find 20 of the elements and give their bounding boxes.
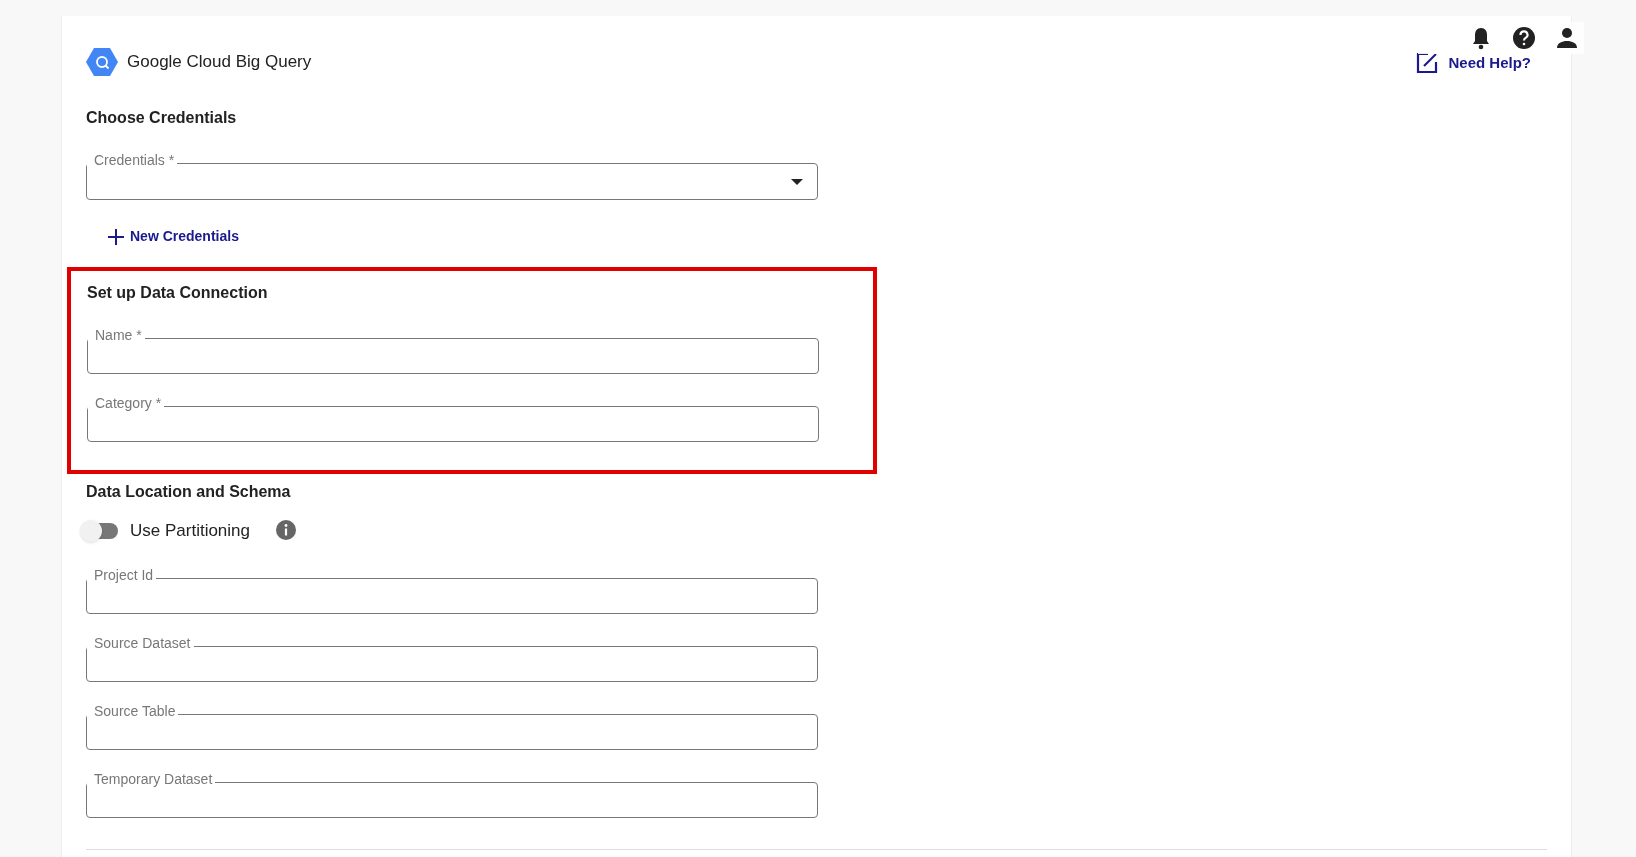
section-heading: Set up Data Connection bbox=[87, 283, 269, 303]
credentials-dropdown[interactable] bbox=[86, 163, 818, 200]
toggle-switch[interactable] bbox=[82, 522, 118, 539]
edit-icon bbox=[1416, 52, 1439, 74]
info-icon[interactable] bbox=[276, 519, 296, 540]
hexagon-logo-icon bbox=[86, 47, 118, 77]
field-label: Category * bbox=[88, 395, 165, 414]
field-label: Project Id bbox=[87, 566, 157, 586]
plus-icon bbox=[108, 228, 124, 245]
page-title: Google Cloud Big Query bbox=[127, 51, 312, 74]
bell-icon[interactable] bbox=[1470, 26, 1492, 50]
help-icon[interactable] bbox=[1512, 26, 1536, 50]
need-help-link[interactable]: Need Help? bbox=[1416, 51, 1531, 75]
section-heading: Data Location and Schema bbox=[86, 482, 292, 502]
toggle-label: Use Partitioning bbox=[130, 520, 250, 542]
input-field[interactable] bbox=[87, 338, 819, 374]
section-heading: Choose Credentials bbox=[86, 108, 238, 128]
new-credentials-button[interactable]: New Credentials bbox=[108, 226, 239, 247]
user-icon[interactable] bbox=[1556, 27, 1578, 49]
caret-icon bbox=[791, 178, 803, 185]
